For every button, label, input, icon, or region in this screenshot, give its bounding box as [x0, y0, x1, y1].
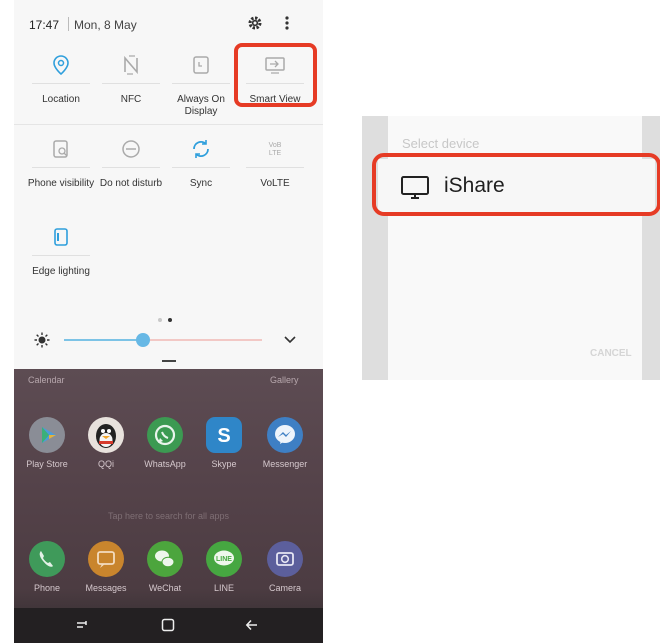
home-icon[interactable] — [160, 617, 176, 638]
app-line[interactable]: LINE LINE — [194, 541, 254, 593]
tile-label-always-on-display: Always On Display — [177, 94, 225, 117]
app-label: Camera — [268, 583, 301, 593]
qq-penguin-icon — [88, 417, 124, 453]
status-bar: 17:47 Mon, 8 May — [14, 0, 323, 46]
app-label: QQi — [97, 459, 114, 469]
app-camera[interactable]: Camera — [255, 541, 315, 593]
app-label: WeChat — [148, 583, 182, 593]
tile-label-edge-lighting: Edge lighting — [32, 266, 90, 277]
tile-label-volte: VoLTE — [260, 178, 290, 189]
widget-gallery[interactable]: Gallery — [270, 375, 299, 385]
app-label: Play Store — [26, 459, 68, 469]
cancel-button[interactable]: CANCEL — [590, 348, 632, 359]
phone-screen: 17:47 Mon, 8 May Location NFC Always On … — [14, 0, 323, 643]
location-icon — [53, 55, 69, 76]
recent-apps-icon[interactable] — [74, 617, 90, 638]
tile-edge-lighting[interactable]: Edge lighting — [26, 218, 96, 278]
more-options-icon[interactable] — [284, 15, 290, 36]
tile-volte[interactable]: VoB LTE VoLTE — [240, 130, 310, 190]
tile-sync[interactable]: Sync — [166, 130, 236, 190]
app-messages[interactable]: Messages — [76, 541, 136, 593]
app-skype[interactable]: S Skype — [194, 417, 254, 469]
page-indicator — [155, 309, 175, 327]
status-time: 17:47 — [29, 18, 60, 32]
tile-location[interactable]: Location — [26, 46, 96, 106]
app-play-store[interactable]: Play Store — [17, 417, 77, 469]
page-dot-active — [168, 318, 172, 322]
tile-label-location: Location — [42, 94, 80, 105]
app-phone[interactable]: Phone — [17, 541, 77, 593]
messages-icon — [88, 541, 124, 577]
svg-text:LINE: LINE — [216, 556, 232, 563]
svg-text:VoB: VoB — [269, 142, 282, 149]
app-label: Phone — [33, 583, 61, 593]
svg-text:S: S — [217, 425, 230, 447]
app-qqi[interactable]: QQi — [76, 417, 136, 469]
navigation-bar — [14, 608, 323, 643]
ishare-highlight — [372, 153, 660, 216]
widget-calendar[interactable]: Calendar — [28, 375, 65, 385]
tile-label-do-not-disturb: Do not disturb — [99, 178, 163, 189]
app-label: Messenger — [262, 459, 308, 469]
play-store-icon — [29, 417, 65, 453]
app-label: WhatsApp — [144, 459, 186, 469]
line-icon: LINE — [206, 541, 242, 577]
dialog-title: Select device — [402, 136, 480, 151]
phone-visibility-icon — [53, 140, 68, 158]
brightness-slider[interactable] — [64, 333, 262, 347]
app-messenger[interactable]: Messenger — [255, 417, 315, 469]
brightness-icon — [34, 332, 50, 353]
app-label: Messages — [85, 583, 127, 593]
brightness-fill — [64, 339, 144, 341]
page-dot — [158, 318, 162, 322]
skype-icon: S — [206, 417, 242, 453]
svg-text:LTE: LTE — [269, 150, 282, 157]
search-apps-hint[interactable]: Tap here to search for all apps — [14, 511, 323, 521]
gear-icon[interactable] — [247, 15, 263, 36]
do-not-disturb-icon — [122, 140, 140, 158]
app-label: Skype — [211, 459, 237, 469]
tile-label-phone-visibility: Phone visibility — [27, 178, 95, 189]
tile-label-nfc: NFC — [120, 94, 142, 105]
volte-icon: VoBLTE — [269, 142, 282, 157]
brightness-thumb[interactable] — [136, 333, 151, 347]
nfc-icon — [124, 55, 138, 75]
tile-do-not-disturb[interactable]: Do not disturb — [96, 130, 166, 190]
tile-always-on-display[interactable]: Always On Display — [166, 46, 236, 118]
edge-lighting-icon — [54, 228, 68, 246]
always-on-display-icon — [193, 56, 209, 74]
tiles-divider — [14, 124, 323, 125]
status-date: Mon, 8 May — [74, 18, 137, 32]
camera-icon — [267, 541, 303, 577]
whatsapp-icon — [147, 417, 183, 453]
tile-nfc[interactable]: NFC — [96, 46, 166, 106]
home-screen: Calendar Gallery Play Store QQi WhatsApp… — [14, 369, 323, 643]
back-icon[interactable] — [244, 617, 260, 638]
app-wechat[interactable]: WeChat — [135, 541, 195, 593]
app-whatsapp[interactable]: WhatsApp — [135, 417, 195, 469]
app-label: LINE — [213, 583, 234, 593]
tile-phone-visibility[interactable]: Phone visibility — [26, 130, 96, 190]
wechat-icon — [147, 541, 183, 577]
tile-label-sync: Sync — [189, 178, 213, 189]
panel-handle[interactable] — [162, 360, 176, 362]
sync-icon — [193, 140, 209, 158]
status-separator — [68, 17, 69, 31]
messenger-icon — [267, 417, 303, 453]
smart-view-highlight — [234, 43, 317, 107]
chevron-down-icon[interactable] — [282, 331, 298, 352]
phone-icon — [29, 541, 65, 577]
